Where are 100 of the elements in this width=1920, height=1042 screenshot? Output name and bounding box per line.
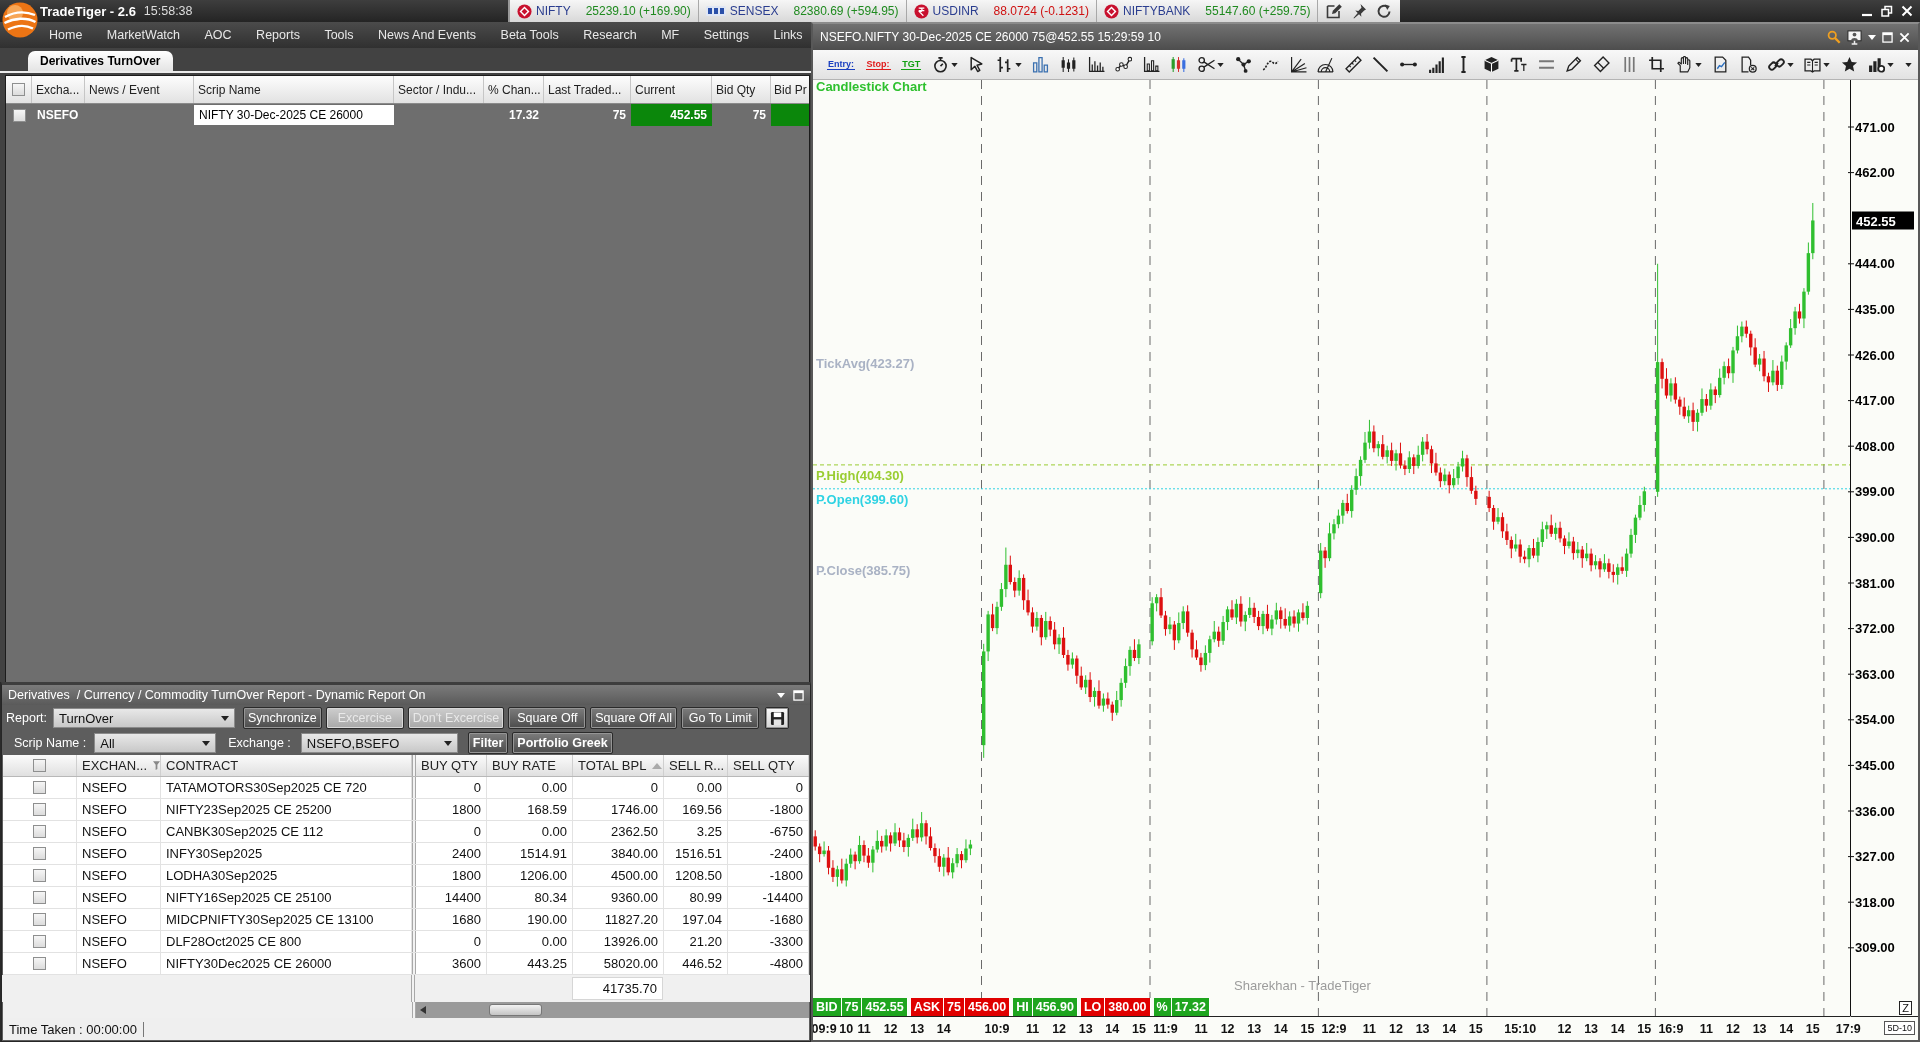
- scrip-name-dropdown[interactable]: All: [94, 733, 217, 753]
- zoom-button[interactable]: Z: [1899, 1001, 1912, 1015]
- checkbox[interactable]: [33, 869, 46, 882]
- column-header[interactable]: Sector / Indu...: [394, 76, 484, 103]
- star-icon[interactable]: [1840, 56, 1858, 73]
- menu-item[interactable]: Home: [49, 28, 83, 42]
- toolbar-button[interactable]: Synchronize: [243, 707, 322, 729]
- rising-bars-icon[interactable]: [1427, 56, 1445, 73]
- ticker-name[interactable]: SENSEX: [729, 4, 779, 18]
- column-header[interactable]: SELL QTY: [733, 758, 795, 773]
- text-tool-icon[interactable]: [1510, 56, 1528, 73]
- report-type-dropdown[interactable]: TurnOver: [53, 708, 235, 728]
- column-header[interactable]: CONTRACT: [166, 758, 239, 773]
- maximize-icon[interactable]: [793, 689, 804, 701]
- column-header[interactable]: BUY RATE: [492, 758, 556, 773]
- caret-icon[interactable]: [202, 740, 211, 746]
- timer-icon[interactable]: [931, 56, 949, 73]
- column-header[interactable]: Scrip Name: [194, 76, 394, 103]
- delete-document-icon[interactable]: [1739, 56, 1757, 73]
- diagonal-line-icon[interactable]: [1372, 56, 1390, 73]
- caret-icon[interactable]: [1887, 62, 1895, 67]
- save-button[interactable]: [765, 707, 790, 729]
- column-header[interactable]: Bid Pr: [771, 76, 809, 103]
- menu-item[interactable]: Beta Tools: [500, 28, 559, 42]
- checkbox[interactable]: [33, 891, 46, 904]
- ticker-name[interactable]: NIFTYBANK: [1122, 4, 1191, 18]
- toolbar-button[interactable]: Square Off All: [590, 707, 678, 729]
- scissors-icon[interactable]: [1197, 56, 1215, 73]
- menu-item[interactable]: Reports: [256, 28, 300, 42]
- cube-icon[interactable]: [1482, 56, 1500, 73]
- bar-chart-icon[interactable]: [1032, 56, 1050, 73]
- edit-icon[interactable]: [1326, 3, 1343, 19]
- checkbox[interactable]: [33, 759, 46, 772]
- restore-icon[interactable]: [1881, 5, 1893, 17]
- close-icon[interactable]: [1901, 5, 1913, 17]
- checkbox[interactable]: [33, 825, 46, 838]
- caret-icon[interactable]: [1786, 62, 1794, 67]
- toolbar-button[interactable]: Square Off: [508, 707, 587, 729]
- menu-item[interactable]: MF: [661, 28, 680, 42]
- column-header[interactable]: News / Event: [85, 76, 194, 103]
- toolbar-button[interactable]: Portfolio Greek: [512, 732, 613, 754]
- pen-icon[interactable]: [1565, 56, 1583, 73]
- logo-icon[interactable]: [2, 2, 38, 38]
- hand-icon[interactable]: [1675, 56, 1693, 73]
- checkbox[interactable]: [12, 108, 26, 122]
- menu-item[interactable]: Settings: [703, 28, 749, 42]
- caret-icon[interactable]: [1694, 62, 1702, 67]
- column-header[interactable]: Bid Qty: [712, 76, 771, 103]
- link-icon[interactable]: [1767, 56, 1785, 73]
- caret-icon[interactable]: [1014, 62, 1022, 67]
- checkbox[interactable]: [33, 803, 46, 816]
- checkbox[interactable]: [33, 957, 46, 970]
- column-header[interactable]: SELL R...: [669, 758, 725, 773]
- column-header[interactable]: Last Traded...: [544, 76, 631, 103]
- menu-item[interactable]: MarketWatch: [106, 28, 180, 42]
- search-icon[interactable]: [1827, 30, 1841, 44]
- caret-icon[interactable]: [1904, 62, 1912, 67]
- close-icon[interactable]: [1899, 31, 1910, 43]
- caret-icon[interactable]: [443, 740, 452, 746]
- book-icon[interactable]: [1804, 56, 1822, 73]
- fan-lines-icon[interactable]: [1289, 56, 1307, 73]
- toolbar-button[interactable]: Filter: [467, 732, 509, 754]
- column-header[interactable]: Excha...: [32, 76, 85, 103]
- crop-icon[interactable]: [1648, 56, 1666, 73]
- column-header[interactable]: Current: [631, 76, 712, 103]
- order-tag-button[interactable]: Entry:: [827, 59, 855, 70]
- user-monitor-icon[interactable]: [1847, 29, 1862, 45]
- scroll-left-icon[interactable]: [420, 1006, 426, 1014]
- caret-icon[interactable]: [1868, 34, 1876, 40]
- menu-item[interactable]: AOC: [204, 28, 232, 42]
- checkbox[interactable]: [33, 847, 46, 860]
- line-chart-icon[interactable]: [1115, 56, 1133, 73]
- menu-item[interactable]: News And Events: [378, 28, 477, 42]
- ticker-name[interactable]: NIFTY: [536, 4, 571, 18]
- pin-icon[interactable]: [1351, 3, 1368, 19]
- scrollbar-thumb[interactable]: [489, 1004, 542, 1016]
- caret-icon[interactable]: [1216, 62, 1224, 67]
- column-header[interactable]: EXCHAN...: [82, 758, 147, 773]
- menu-item[interactable]: Research: [583, 28, 637, 42]
- ohlc-bars-icon[interactable]: [995, 56, 1013, 73]
- menu-item[interactable]: Links: [773, 28, 803, 42]
- refresh-icon[interactable]: [1376, 3, 1393, 19]
- checkbox[interactable]: [33, 913, 46, 926]
- exchange-dropdown[interactable]: NSEFO,BSEFO: [300, 733, 458, 753]
- period-button[interactable]: 5D-10: [1884, 1021, 1915, 1035]
- maximize-icon[interactable]: [1882, 31, 1893, 43]
- eraser-icon[interactable]: [1593, 56, 1611, 73]
- chart-settings-icon[interactable]: [1868, 56, 1886, 73]
- caret-icon[interactable]: [221, 715, 229, 721]
- connected-dots-icon[interactable]: [1234, 56, 1252, 73]
- column-header[interactable]: TOTAL BPL: [578, 758, 647, 773]
- ruler-icon[interactable]: [1344, 56, 1362, 73]
- column-header[interactable]: % Chan...: [484, 76, 544, 103]
- toolbar-button[interactable]: Go To Limit: [681, 707, 760, 729]
- order-tag-button[interactable]: Stop:: [865, 59, 891, 70]
- caret-icon[interactable]: [950, 62, 958, 67]
- arc-icon[interactable]: [1317, 56, 1335, 73]
- ticker-name[interactable]: USDINR: [932, 4, 979, 18]
- checkbox[interactable]: [33, 935, 46, 948]
- column-header[interactable]: BUY QTY: [421, 758, 478, 773]
